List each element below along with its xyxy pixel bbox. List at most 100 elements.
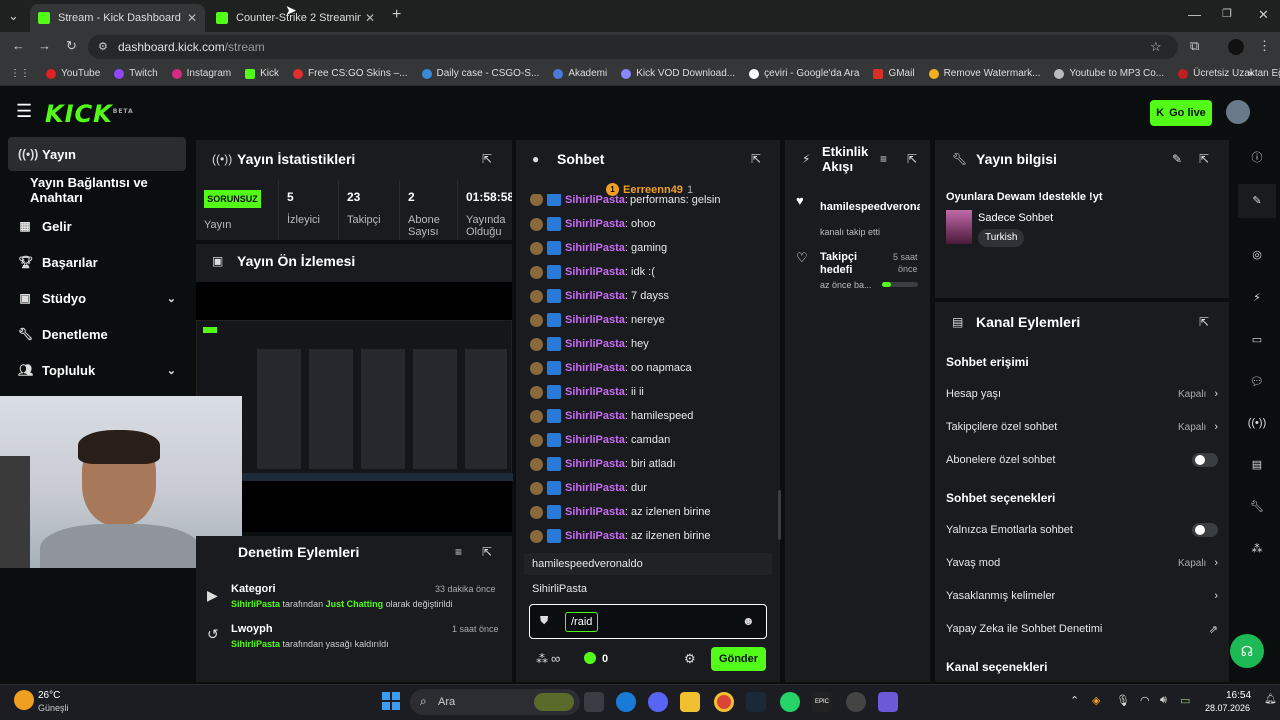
edit-pencil-icon[interactable]: ✎ xyxy=(1246,190,1268,212)
go-live-button[interactable]: K Go live xyxy=(1150,100,1212,126)
wrench-icon[interactable]: 🔧︎ xyxy=(1246,496,1268,518)
url-field[interactable]: ⚙ dashboard.kick.com/stream ☆ xyxy=(88,35,1178,59)
chat-icon[interactable]: 💬︎ xyxy=(1246,371,1268,393)
bookmark-google-translate[interactable]: çeviri - Google'da Ara xyxy=(749,68,859,79)
chat-username[interactable]: SihirliPasta xyxy=(565,338,625,350)
apps-icon[interactable]: ⋮⋮ xyxy=(10,68,30,79)
popout-icon[interactable]: ⇱ xyxy=(1199,152,1209,166)
follow-user[interactable]: hamilespeedverona xyxy=(820,201,920,213)
mention-suggestion-label[interactable]: SihirliPasta xyxy=(532,583,587,595)
whatsapp-icon[interactable] xyxy=(780,692,800,712)
followers-only-row[interactable]: Takipçilere özel sohbet Kapalı › xyxy=(946,417,1218,437)
notification-icon[interactable]: 🔔︎ xyxy=(1264,694,1277,705)
bookmark-gmail[interactable]: GMail xyxy=(873,68,915,79)
account-age-row[interactable]: Hesap yaşı Kapalı › xyxy=(946,384,1218,404)
bookmark-uzaktan-egitim[interactable]: Ücretsiz Uzaktan Eği... xyxy=(1178,68,1280,79)
cs2-icon[interactable] xyxy=(846,692,866,712)
tray-app-icon[interactable]: ◈ xyxy=(1092,694,1100,707)
sidebar-item-denetleme[interactable]: 🔧︎ Denetleme xyxy=(8,317,186,351)
bookmark-daily-case[interactable]: Daily case - CSGO-S... xyxy=(421,68,539,79)
popout-icon[interactable]: ⇱ xyxy=(482,152,492,166)
infinity-icon[interactable]: ∞ xyxy=(551,651,560,666)
reload-icon[interactable]: ↻ xyxy=(66,38,77,54)
edge-icon[interactable] xyxy=(616,692,636,712)
sidebar-item-topluluk[interactable]: 👥︎ Topluluk ⌄ xyxy=(8,353,186,387)
menu-icon[interactable]: ⋮ xyxy=(1258,38,1271,54)
chat-username[interactable]: SihirliPasta xyxy=(565,410,625,422)
sidebar-item-basarilar[interactable]: 🏆︎ Başarılar xyxy=(8,245,186,279)
bookmark-remove-watermark[interactable]: Remove Watermark... xyxy=(928,68,1040,79)
chrome-icon[interactable] xyxy=(714,692,734,712)
battery-icon[interactable]: ▭ xyxy=(1180,694,1190,707)
camera-icon[interactable]: ◎ xyxy=(1246,244,1268,266)
chat-username[interactable]: SihirliPasta xyxy=(565,506,625,518)
bookmark-akademi[interactable]: Akademi xyxy=(553,68,607,79)
broadcast-icon[interactable]: ((•)) xyxy=(1246,412,1268,434)
emote-only-toggle[interactable] xyxy=(1192,523,1218,537)
chat-username[interactable]: SihirliPasta xyxy=(565,218,625,230)
back-icon[interactable]: ← xyxy=(12,38,25,53)
chat-username[interactable]: SihirliPasta xyxy=(565,530,625,542)
chat-username[interactable]: SihirliPasta xyxy=(565,266,625,278)
support-headset-button[interactable]: ☊ xyxy=(1230,634,1264,668)
popout-icon[interactable]: ⇱ xyxy=(1199,315,1209,329)
more-bookmarks-icon[interactable]: » xyxy=(1248,68,1254,79)
chat-scrollbar[interactable] xyxy=(778,490,781,540)
microphone-icon[interactable]: 🎙︎ xyxy=(1116,694,1130,707)
close-tab-icon[interactable]: ✕ xyxy=(187,11,197,25)
site-info-icon[interactable]: ⚙ xyxy=(98,35,108,59)
file-explorer-icon[interactable] xyxy=(680,692,700,712)
close-window-icon[interactable]: ✕ xyxy=(1258,7,1269,23)
windows-start-icon[interactable] xyxy=(382,692,400,710)
weather-icon[interactable] xyxy=(14,690,34,710)
mod-user[interactable]: SihirliPasta xyxy=(231,599,280,609)
chat-username[interactable]: SihirliPasta xyxy=(565,386,625,398)
forward-icon[interactable]: → xyxy=(38,38,51,53)
bookmark-kick-vod[interactable]: Kick VOD Download... xyxy=(621,68,735,79)
extensions-icon[interactable]: ⧉ xyxy=(1190,38,1199,54)
send-button[interactable]: Gönder xyxy=(711,647,766,671)
sidebar-item-yayin[interactable]: ((•)) Yayın xyxy=(8,137,186,171)
profile-avatar[interactable] xyxy=(1228,39,1244,55)
chat-username[interactable]: SihirliPasta xyxy=(565,482,625,494)
bookmark-csgo-skins[interactable]: Free CS:GO Skins –... xyxy=(293,68,408,79)
bookmark-youtube-mp3[interactable]: Youtube to MP3 Co... xyxy=(1054,68,1164,79)
tab-kick-dashboard[interactable]: Stream - Kick Dashboard ✕ xyxy=(30,4,205,32)
emoji-icon[interactable]: ☻ xyxy=(742,614,755,628)
new-tab-icon[interactable]: + xyxy=(392,6,401,24)
channel-actions-icon[interactable]: ▤ xyxy=(1246,454,1268,476)
chat-username[interactable]: SihirliPasta xyxy=(565,314,625,326)
discord-icon[interactable] xyxy=(648,692,668,712)
shield-icon[interactable]: ⛊ xyxy=(540,615,548,628)
lightning-icon[interactable]: ⚡︎ xyxy=(1246,287,1268,309)
user-avatar[interactable] xyxy=(1226,100,1250,124)
chat-username[interactable]: SihirliPasta xyxy=(565,290,625,302)
minimize-icon[interactable]: — xyxy=(1188,7,1201,22)
banned-words-row[interactable]: Yasaklanmış kelimeler › xyxy=(946,586,1218,606)
info-icon[interactable]: ⓘ xyxy=(1246,147,1268,169)
filter-icon[interactable]: ≡ xyxy=(880,152,887,166)
mod-user[interactable]: SihirliPasta xyxy=(231,639,280,649)
wifi-icon[interactable]: ◠ xyxy=(1140,694,1150,707)
clock-time[interactable]: 16:54 xyxy=(1226,690,1251,701)
chat-username[interactable]: SihirliPasta xyxy=(565,362,625,374)
tab-search-icon[interactable]: ⌄ xyxy=(8,8,19,24)
chat-input-box[interactable]: ⛊ /raid ☻ xyxy=(529,604,767,639)
taskbar-search[interactable]: ⌕ Ara xyxy=(410,689,580,715)
sidebar-item-stream-key[interactable]: Yayın Bağlantısı ve Anahtarı xyxy=(8,173,186,207)
popout-icon[interactable]: ⇱ xyxy=(482,545,492,559)
ai-moderation-row[interactable]: Yapay Zeka ile Sohbet Denetimi ⇗ xyxy=(946,619,1218,639)
chat-settings-icon[interactable]: ⚙ xyxy=(684,651,696,667)
sidebar-item-studyo[interactable]: ▣ Stüdyo ⌄ xyxy=(8,281,186,315)
edit-pencil-icon[interactable]: ✎ xyxy=(1172,152,1182,166)
filter-icon[interactable]: ≡ xyxy=(455,545,462,559)
preview-video[interactable] xyxy=(196,282,513,532)
bookmark-youtube[interactable]: YouTube xyxy=(46,68,100,79)
subs-only-toggle[interactable] xyxy=(1192,453,1218,467)
chat-username[interactable]: SihirliPasta xyxy=(565,242,625,254)
sidebar-item-gelir[interactable]: ▦ Gelir xyxy=(8,209,186,243)
restore-icon[interactable]: ❐ xyxy=(1222,7,1232,20)
task-view-icon[interactable] xyxy=(584,692,604,712)
bookmark-instagram[interactable]: Instagram xyxy=(171,68,231,79)
close-tab-icon[interactable]: ✕ xyxy=(365,11,375,25)
